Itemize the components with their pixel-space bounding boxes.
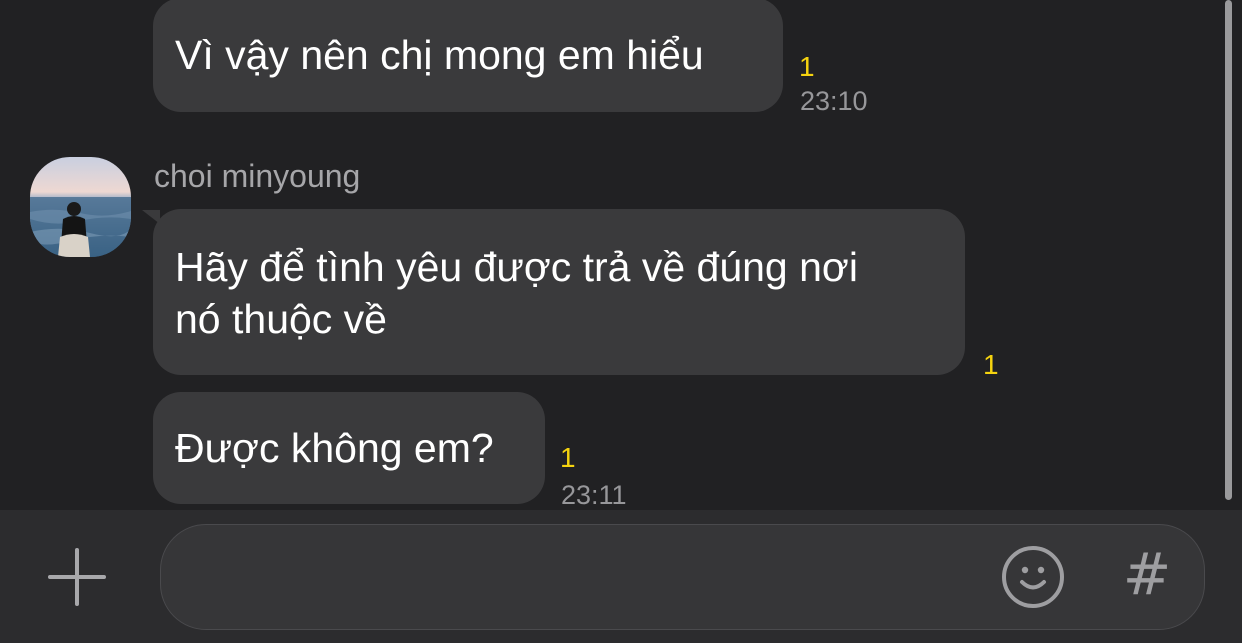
profile-photo-icon — [30, 157, 131, 257]
message-text-line: nó thuộc về — [175, 296, 387, 342]
scrollbar[interactable] — [1225, 0, 1232, 500]
message-text: Vì vậy nên chị mong em hiểu — [175, 32, 704, 78]
smiley-icon[interactable] — [1001, 545, 1065, 609]
message-time: 23:11 — [561, 480, 627, 510]
avatar[interactable] — [30, 157, 131, 257]
message-text: Được không em? — [175, 425, 494, 471]
sender-name: choi minyoung — [154, 158, 361, 194]
unread-count: 1 — [560, 442, 576, 473]
message-bubble[interactable]: Vì vậy nên chị mong em hiểu — [153, 0, 783, 112]
message-bubble[interactable]: Được không em? — [153, 392, 545, 504]
message-time: 23:10 — [800, 86, 868, 116]
message-bubble[interactable]: Hãy để tình yêu được trả về đúng nơi nó … — [153, 209, 965, 375]
message-text-line: Hãy để tình yêu được trả về đúng nơi — [175, 244, 858, 290]
hashtag-button[interactable]: # — [1122, 544, 1172, 604]
unread-count: 1 — [799, 51, 815, 82]
plus-icon[interactable] — [48, 548, 106, 606]
chat-area: Vì vậy nên chị mong em hiểu 1 23:10 choi… — [0, 0, 1242, 510]
unread-count: 1 — [983, 349, 999, 380]
